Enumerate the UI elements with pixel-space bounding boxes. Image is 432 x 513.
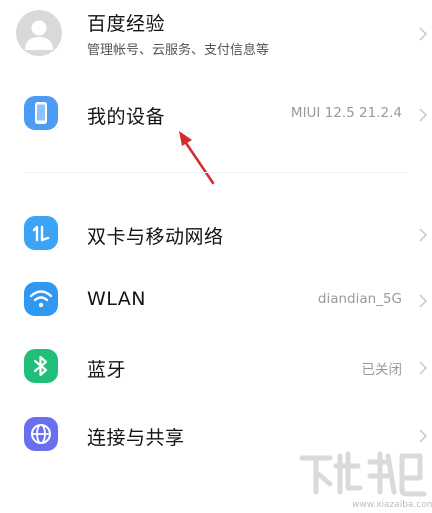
- sim-card-icon: [24, 216, 58, 250]
- settings-row-wlan[interactable]: WLAN diandian_5G: [0, 272, 432, 326]
- settings-row-title: 我的设备: [87, 106, 166, 128]
- settings-row-value: 已关闭: [361, 362, 403, 378]
- chevron-right-icon: [419, 429, 427, 443]
- chevron-right-icon: [419, 361, 427, 375]
- settings-row-title: 百度经验: [87, 13, 166, 35]
- wifi-icon: [24, 282, 58, 316]
- annotation-arrow: [179, 131, 215, 185]
- settings-row-sim-network[interactable]: 双卡与移动网络: [0, 206, 432, 260]
- settings-row-value: diandian_5G: [317, 291, 402, 307]
- section-divider: [24, 172, 408, 173]
- watermark-url: www.xiazaiba.com: [352, 500, 432, 510]
- settings-row-bluetooth[interactable]: 蓝牙 已关闭: [0, 339, 432, 393]
- account-avatar: [16, 10, 62, 56]
- settings-row-subtitle: 管理帐号、云服务、支付信息等: [87, 43, 270, 58]
- settings-row-title: 双卡与移动网络: [87, 226, 224, 248]
- bluetooth-icon: [24, 349, 58, 383]
- settings-row-account[interactable]: 百度经验 管理帐号、云服务、支付信息等: [0, 0, 432, 80]
- settings-row-title: 连接与共享: [87, 427, 185, 449]
- connection-sharing-icon: [24, 417, 58, 451]
- chevron-right-icon: [419, 228, 427, 242]
- settings-screen: 百度经验 管理帐号、云服务、支付信息等 我的设备 MIUI 12.5 21.2.…: [0, 0, 432, 513]
- settings-row-value: MIUI 12.5 21.2.4: [290, 105, 402, 121]
- chevron-right-icon: [419, 294, 427, 308]
- chevron-right-icon: [419, 27, 427, 41]
- chevron-right-icon: [419, 108, 427, 122]
- settings-row-title: WLAN: [87, 288, 147, 310]
- settings-row-title: 蓝牙: [87, 359, 127, 381]
- phone-icon: [24, 96, 58, 130]
